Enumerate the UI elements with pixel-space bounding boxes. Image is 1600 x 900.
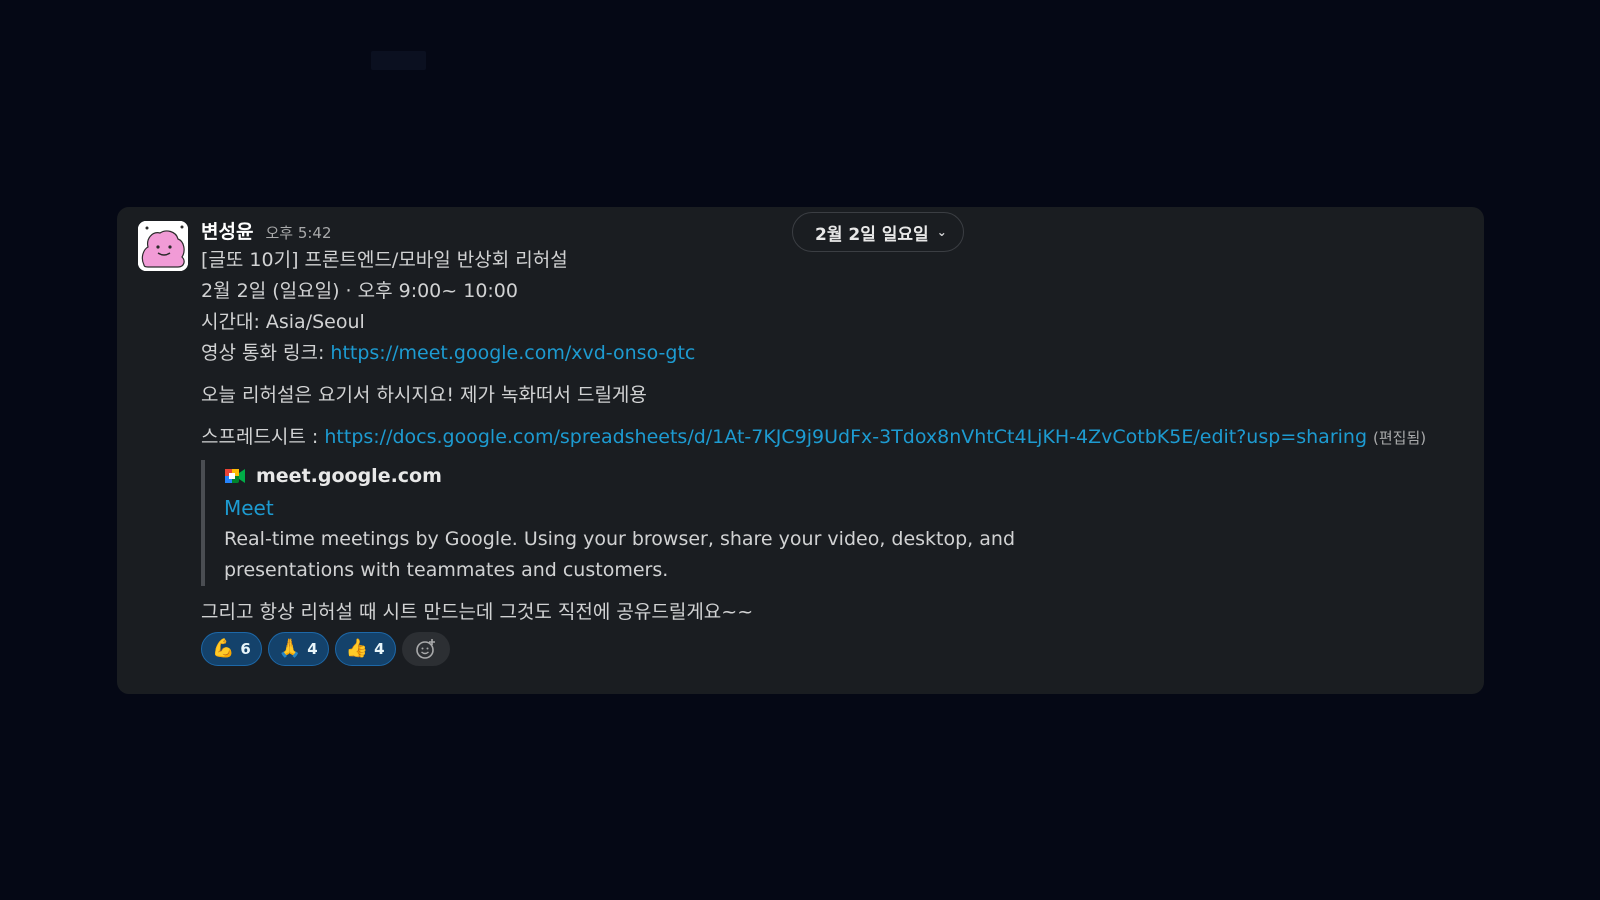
author-name[interactable]: 변성윤 (201, 217, 253, 244)
preview-site: meet.google.com (256, 465, 442, 487)
edited-label: (편집됨) (1373, 429, 1427, 447)
google-meet-icon (225, 469, 245, 483)
thumbs-up-icon: 👍 (345, 638, 369, 659)
reaction-thumbs-up[interactable]: 👍 4 (334, 632, 396, 666)
message-card: 2월 2일 일요일 ⌄ 변성윤 오후 5:42 [글또 10기] 프론트엔드/모… (117, 207, 1484, 694)
link-preview: meet.google.com Meet Real-time meetings … (201, 460, 1024, 586)
avatar[interactable] (138, 221, 188, 271)
preview-title-link[interactable]: Meet (224, 492, 1024, 524)
ditto-avatar-icon (138, 221, 188, 271)
top-placeholder-block (371, 51, 426, 70)
flexed-biceps-icon: 💪 (212, 638, 235, 659)
message-time[interactable]: 오후 5:42 (265, 222, 331, 243)
bow-icon: 🙏 (278, 638, 302, 659)
add-reaction-button[interactable] (401, 632, 450, 666)
message-line-title: [글또 10기] 프론트엔드/모바일 반상회 리허설 (201, 249, 568, 271)
reaction-bar: 💪 6 🙏 4 👍 4 (201, 632, 1464, 666)
message-line-sheet: 스프레드시트 : https://docs.google.com/spreads… (201, 422, 1464, 454)
message-line-timezone: 시간대: Asia/Seoul (201, 311, 365, 333)
reaction-count: 6 (240, 640, 251, 658)
meet-link-label: 영상 통화 링크: (201, 342, 331, 364)
message-line-date: 2월 2일 (일요일) · 오후 9:00~ 10:00 (201, 280, 518, 302)
reaction-count: 4 (374, 640, 385, 658)
spreadsheet-link[interactable]: https://docs.google.com/spreadsheets/d/1… (324, 426, 1367, 448)
message-header: 변성윤 오후 5:42 (201, 217, 1464, 245)
reaction-count: 4 (307, 640, 318, 658)
preview-description-line-1: Real-time meetings by Google. Using your… (224, 528, 1016, 550)
reaction-bow[interactable]: 🙏 4 (267, 632, 329, 666)
add-emoji-icon (415, 639, 435, 659)
preview-header: meet.google.com (224, 460, 1024, 492)
closing-note: 그리고 항상 리허설 때 시트 만드는데 그것도 직전에 공유드릴게요~~ (201, 601, 754, 623)
message-content: 변성윤 오후 5:42 [글또 10기] 프론트엔드/모바일 반상회 리허설 2… (201, 217, 1464, 666)
preview-description-line-2: presentations with teammates and custome… (224, 559, 669, 581)
sheet-link-label: 스프레드시트 : (201, 426, 325, 448)
message-line-meet: 영상 통화 링크: https://meet.google.com/xvd-on… (201, 338, 1464, 369)
reaction-flexed-biceps[interactable]: 💪 6 (201, 632, 262, 666)
rehearsal-note: 오늘 리허설은 요기서 하시지요! 제가 녹화떠서 드릴게용 (201, 384, 647, 406)
meet-link[interactable]: https://meet.google.com/xvd-onso-gtc (330, 342, 695, 364)
